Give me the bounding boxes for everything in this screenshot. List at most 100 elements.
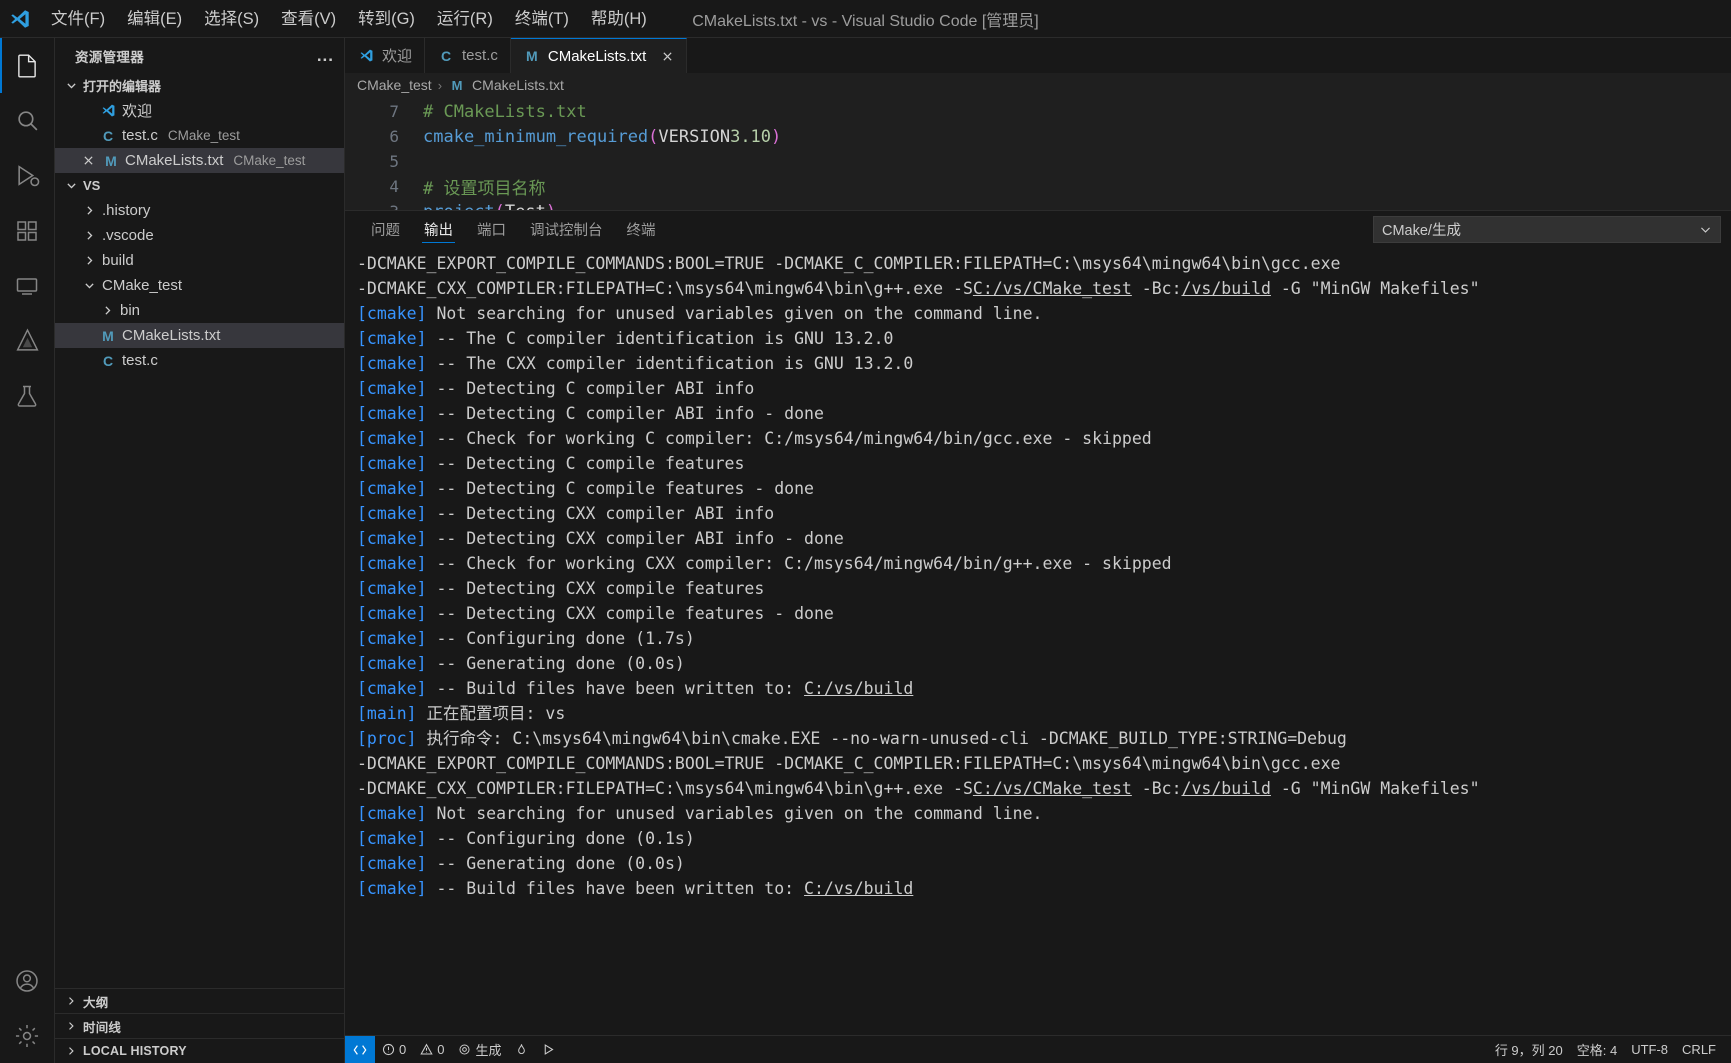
close-icon[interactable] <box>661 50 674 63</box>
section-outline[interactable]: 大纲 <box>55 988 344 1013</box>
tab-cmakelists[interactable]: M CMakeLists.txt <box>510 38 688 73</box>
eol[interactable]: CRLF <box>1675 1036 1723 1063</box>
open-editor-welcome[interactable]: 欢迎 <box>55 98 344 123</box>
tree-item-vscode[interactable]: .vscode <box>55 223 344 248</box>
code-line: 3 project(Test) <box>345 199 1731 211</box>
output-path-link[interactable]: /vs/build <box>1182 279 1271 298</box>
close-icon[interactable] <box>79 154 97 167</box>
menu-terminal[interactable]: 终端(T) <box>504 0 580 38</box>
problems-warnings[interactable]: 0 <box>413 1036 451 1063</box>
output-path-link[interactable]: C:/vs/CMake_test <box>973 279 1132 298</box>
tab-label: CMakeLists.txt <box>547 47 647 65</box>
indentation[interactable]: 空格: 4 <box>1570 1036 1624 1063</box>
vscode-window: 文件(F) 编辑(E) 选择(S) 查看(V) 转到(G) 运行(R) 终端(T… <box>0 0 1731 1063</box>
output-line: [cmake] -- Detecting C compiler ABI info <box>357 376 1731 401</box>
tab-terminal[interactable]: 终端 <box>615 211 668 247</box>
problems-errors[interactable]: 0 <box>375 1036 413 1063</box>
output-line: -DCMAKE_EXPORT_COMPILE_COMMANDS:BOOL=TRU… <box>357 251 1731 276</box>
cmake-debug-button[interactable] <box>508 1036 535 1063</box>
extensions-icon <box>15 219 39 243</box>
activity-testing[interactable] <box>0 368 55 423</box>
tab-ports[interactable]: 端口 <box>465 211 518 247</box>
output-path-link[interactable]: C:/vs/build <box>804 879 913 898</box>
output-text: -- Detecting CXX compile features <box>426 579 765 598</box>
output-line: [cmake] -- Configuring done (0.1s) <box>357 826 1731 851</box>
tab-welcome[interactable]: 欢迎 <box>345 38 426 73</box>
output-text: -- Configuring done (1.7s) <box>426 629 695 648</box>
section-open-editors[interactable]: 打开的编辑器 <box>55 73 344 98</box>
section-workspace[interactable]: VS <box>55 173 344 198</box>
panel-tabs: 问题 输出 端口 调试控制台 终端 CMake/生成 <box>345 211 1731 247</box>
menu-selection[interactable]: 选择(S) <box>193 0 270 38</box>
play-icon <box>542 1043 555 1056</box>
activity-accounts[interactable] <box>0 953 55 1008</box>
output-channel-tag: [cmake] <box>357 879 427 898</box>
output-line: -DCMAKE_EXPORT_COMPILE_COMMANDS:BOOL=TRU… <box>357 751 1731 776</box>
output-channel-select[interactable]: CMake/生成 <box>1373 215 1721 243</box>
error-icon <box>382 1043 395 1056</box>
output-line: [cmake] -- Detecting CXX compile feature… <box>357 601 1731 626</box>
breadcrumb-folder[interactable]: CMake_test <box>357 77 432 93</box>
activity-run-debug[interactable] <box>0 148 55 203</box>
title-bar: 文件(F) 编辑(E) 选择(S) 查看(V) 转到(G) 运行(R) 终端(T… <box>0 0 1731 38</box>
tab-output[interactable]: 输出 <box>412 211 465 247</box>
output-line: [cmake] -- Configuring done (1.7s) <box>357 626 1731 651</box>
output-line: [cmake] -- Build files have been written… <box>357 876 1731 901</box>
chevron-right-icon <box>81 254 97 267</box>
code-editor[interactable]: 7 # CMakeLists.txt 6 cmake_minimum_requi… <box>345 97 1731 210</box>
account-icon <box>14 968 40 994</box>
tree-item-cmake-test[interactable]: CMake_test <box>55 273 344 298</box>
activity-extensions[interactable] <box>0 203 55 258</box>
output-path-link[interactable]: C:/vs/build <box>804 679 913 698</box>
activity-explorer[interactable] <box>0 38 55 93</box>
menu-view[interactable]: 查看(V) <box>270 0 347 38</box>
tree-item-cmakelists[interactable]: M CMakeLists.txt <box>55 323 344 348</box>
activity-search[interactable] <box>0 93 55 148</box>
tab-label: test.c <box>462 47 498 64</box>
tree-item-build[interactable]: build <box>55 248 344 273</box>
cmake-launch-button[interactable] <box>535 1036 562 1063</box>
section-timeline[interactable]: 时间线 <box>55 1013 344 1038</box>
output-channel-value: CMake/生成 <box>1382 222 1461 239</box>
output-line: [cmake] -- The C compiler identification… <box>357 326 1731 351</box>
activity-settings[interactable] <box>0 1008 55 1063</box>
cursor-position[interactable]: 行 9，列 20 <box>1488 1036 1570 1063</box>
output-channel-tag: [cmake] <box>357 529 427 548</box>
menu-help[interactable]: 帮助(H) <box>580 0 658 38</box>
output-path-link[interactable]: /vs/build <box>1182 779 1271 798</box>
tab-test-c[interactable]: C test.c <box>425 38 511 73</box>
activity-cmake[interactable] <box>0 313 55 368</box>
tab-problems[interactable]: 问题 <box>359 211 412 247</box>
tree-item-label: CMake_test <box>102 277 183 294</box>
tree-item-test-c[interactable]: C test.c <box>55 348 344 373</box>
activity-bar <box>0 38 55 1063</box>
code-token-function: cmake_minimum_required <box>423 126 649 147</box>
breadcrumb-file[interactable]: CMakeLists.txt <box>472 77 564 93</box>
output-line: [cmake] -- Detecting C compile features … <box>357 476 1731 501</box>
markdown-file-icon: M <box>526 48 538 64</box>
tree-item-history[interactable]: .history <box>55 198 344 223</box>
menu-run[interactable]: 运行(R) <box>426 0 504 38</box>
code-token-comment: # CMakeLists.txt <box>423 101 587 122</box>
markdown-file-icon: M <box>102 327 114 344</box>
menu-edit[interactable]: 编辑(E) <box>116 0 193 38</box>
output-channel-tag: [cmake] <box>357 629 427 648</box>
output-path-link[interactable]: C:/vs/CMake_test <box>973 779 1132 798</box>
sidebar-more-actions-icon[interactable]: ... <box>317 46 334 66</box>
open-editor-cmakelists[interactable]: M CMakeLists.txt CMake_test <box>55 148 344 173</box>
tab-debug-console[interactable]: 调试控制台 <box>518 211 615 247</box>
chevron-down-icon <box>81 279 97 292</box>
code-token-paren: ) <box>771 126 782 147</box>
open-editor-sublabel: CMake_test <box>233 153 306 168</box>
activity-remote-explorer[interactable] <box>0 258 55 313</box>
menu-go[interactable]: 转到(G) <box>347 0 426 38</box>
cmake-build-button[interactable]: 生成 <box>451 1036 508 1063</box>
section-local-history[interactable]: LOCAL HISTORY <box>55 1038 344 1063</box>
open-editor-test-c[interactable]: C test.c CMake_test <box>55 123 344 148</box>
menu-file[interactable]: 文件(F) <box>40 0 116 38</box>
encoding[interactable]: UTF-8 <box>1624 1036 1675 1063</box>
remote-indicator[interactable] <box>345 1035 375 1063</box>
tree-item-bin[interactable]: bin <box>55 298 344 323</box>
flame-icon <box>515 1043 528 1056</box>
output-console[interactable]: -DCMAKE_EXPORT_COMPILE_COMMANDS:BOOL=TRU… <box>345 247 1731 1035</box>
